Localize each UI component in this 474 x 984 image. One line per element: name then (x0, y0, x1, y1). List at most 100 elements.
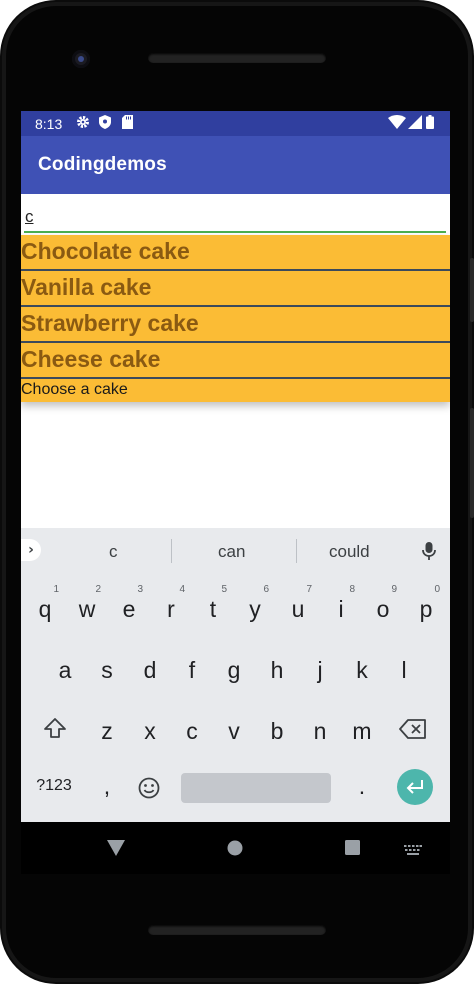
key-r[interactable]: 4r (151, 584, 191, 636)
dropdown-item-strawberry[interactable]: Strawberry cake (21, 307, 450, 343)
back-icon[interactable] (107, 840, 125, 860)
dropdown-hint: Choose a cake (21, 379, 450, 402)
suggestion-could[interactable]: could (329, 542, 370, 562)
mic-icon[interactable] (419, 539, 439, 563)
key-hint: 7 (306, 584, 312, 595)
dropdown-item-label: Strawberry cake (21, 310, 199, 336)
key-d[interactable]: d (130, 645, 170, 697)
key-e[interactable]: 3e (109, 584, 149, 636)
key-label: ?123 (36, 777, 72, 794)
emoji-key[interactable] (129, 769, 169, 821)
key-o[interactable]: 9o (363, 584, 403, 636)
dropdown-item-label: Chocolate cake (21, 238, 190, 264)
key-label: z (101, 718, 113, 744)
key-l[interactable]: l (384, 645, 424, 697)
key-label: l (401, 657, 407, 683)
key-label: g (227, 657, 241, 683)
key-z[interactable]: z (87, 706, 127, 758)
key-q[interactable]: 1q (25, 584, 65, 636)
space-key[interactable] (181, 773, 331, 803)
wifi-icon (388, 115, 406, 134)
suggestion-can[interactable]: can (218, 542, 245, 562)
front-camera (72, 50, 90, 68)
key-g[interactable]: g (214, 645, 254, 697)
bottom-speaker (148, 925, 326, 935)
key-label: a (58, 657, 72, 683)
symbols-key[interactable]: ?123 (29, 769, 79, 821)
key-k[interactable]: k (342, 645, 382, 697)
key-label: y (249, 596, 261, 622)
key-v[interactable]: v (214, 706, 254, 758)
backspace-icon (393, 718, 433, 746)
key-x[interactable]: x (130, 706, 170, 758)
backspace-key[interactable] (393, 706, 433, 758)
key-t[interactable]: 5t (193, 584, 233, 636)
key-hint: 3 (137, 584, 143, 595)
key-hint: 5 (221, 584, 227, 595)
key-hint: 8 (349, 584, 355, 595)
key-s[interactable]: s (87, 645, 127, 697)
key-c[interactable]: c (172, 706, 212, 758)
key-hint: 4 (179, 584, 185, 595)
cake-search-input[interactable]: c (24, 203, 446, 233)
volume-button[interactable] (470, 408, 474, 518)
suggestion-divider (171, 539, 172, 563)
dropdown-hint-text: Choose a cake (21, 381, 128, 398)
emoji-icon (129, 776, 169, 806)
keyboard-switch-icon[interactable] (404, 842, 422, 861)
key-label: c (186, 718, 198, 744)
dropdown-item-label: Vanilla cake (21, 274, 152, 300)
shift-key[interactable] (35, 706, 75, 758)
key-label: j (317, 657, 323, 683)
key-label: e (122, 596, 136, 622)
key-f[interactable]: f (172, 645, 212, 697)
key-label: . (358, 773, 366, 799)
key-p[interactable]: 0p (406, 584, 446, 636)
key-j[interactable]: j (300, 645, 340, 697)
soft-keyboard: › c can could 1q 2w 3e 4r 5t 6y 7u 8i 9o… (21, 528, 450, 822)
key-label: s (101, 657, 113, 683)
key-i[interactable]: 8i (321, 584, 361, 636)
key-b[interactable]: b (257, 706, 297, 758)
app-bar: Codingdemos (21, 136, 450, 194)
key-w[interactable]: 2w (67, 584, 107, 636)
key-label: i (338, 596, 344, 622)
dropdown-item-vanilla[interactable]: Vanilla cake (21, 271, 450, 307)
chevron-right-icon[interactable]: › (21, 539, 41, 561)
key-label: d (143, 657, 157, 683)
key-label: o (376, 596, 390, 622)
period-key[interactable]: . (342, 769, 382, 821)
dropdown-item-label: Cheese cake (21, 346, 161, 372)
gear-icon (76, 115, 90, 134)
signal-icon (408, 115, 422, 134)
status-bar: 8:13 (21, 111, 450, 136)
key-hint: 6 (263, 584, 269, 595)
key-label: k (356, 657, 368, 683)
comma-key[interactable]: , (87, 769, 127, 821)
key-hint: 0 (434, 584, 440, 595)
key-h[interactable]: h (257, 645, 297, 697)
key-label: n (313, 718, 327, 744)
home-icon[interactable] (227, 840, 243, 860)
dropdown-item-chocolate[interactable]: Chocolate cake (21, 235, 450, 271)
key-label: p (419, 596, 433, 622)
key-label: q (38, 596, 52, 622)
key-y[interactable]: 6y (235, 584, 275, 636)
key-label: u (291, 596, 305, 622)
search-input-value[interactable]: c (25, 207, 34, 227)
key-label: h (270, 657, 284, 683)
power-button[interactable] (470, 258, 474, 322)
key-a[interactable]: a (45, 645, 85, 697)
dropdown-item-cheese[interactable]: Cheese cake (21, 343, 450, 379)
enter-key[interactable] (397, 769, 433, 805)
suggestion-c[interactable]: c (109, 542, 118, 562)
key-m[interactable]: m (342, 706, 382, 758)
key-label: f (188, 657, 196, 683)
key-label: x (144, 718, 156, 744)
key-label: w (78, 596, 96, 622)
key-label: v (228, 718, 240, 744)
recents-icon[interactable] (345, 840, 360, 859)
key-n[interactable]: n (300, 706, 340, 758)
key-u[interactable]: 7u (278, 584, 318, 636)
key-label: , (103, 773, 111, 799)
